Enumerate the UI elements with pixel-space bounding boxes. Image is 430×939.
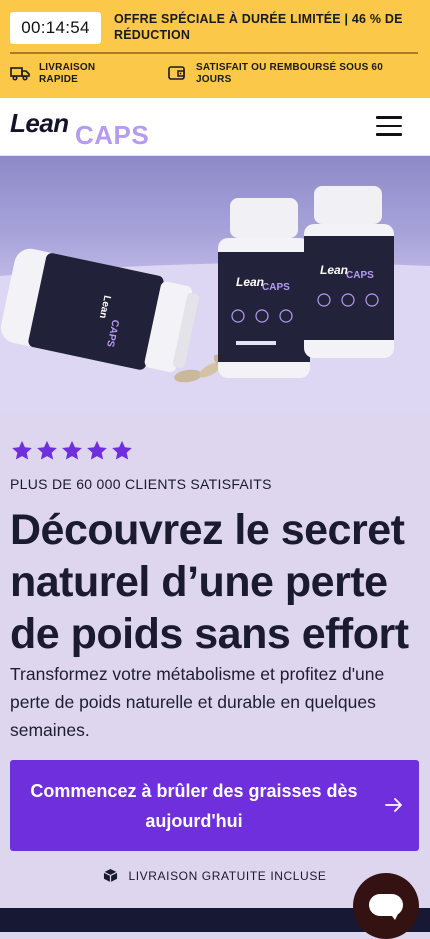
bottle-logo: Lean <box>236 275 264 289</box>
logo-caps-text: CAPS <box>75 120 150 150</box>
cta-label: Commencez à brûler des graisses dès aujo… <box>30 781 358 831</box>
star-icon <box>87 440 107 460</box>
truck-icon <box>10 67 30 81</box>
cta-start-burning-button[interactable]: Commencez à brûler des graisses dès aujo… <box>10 760 419 851</box>
star-icon <box>112 440 132 460</box>
page-subtitle: Transformez votre métabolisme et profite… <box>10 664 385 740</box>
perk-fast-delivery: LIVRAISON RAPIDE <box>10 62 129 86</box>
site-header: Lean CAPS <box>0 98 430 156</box>
perk-label: SATISFAIT OU REMBOURSÉ SOUS 60 JOURS <box>196 62 383 85</box>
bottle-logo-caps: CAPS <box>346 270 374 281</box>
bottle-logo-caps: CAPS <box>262 282 290 293</box>
star-icon <box>12 440 32 460</box>
shipping-label: LIVRAISON GRATUITE INCLUSE <box>128 868 327 883</box>
hamburger-icon <box>376 124 402 127</box>
star-icon <box>37 440 57 460</box>
package-icon <box>104 868 118 883</box>
chat-bubble-icon <box>369 894 403 920</box>
page-title: Découvrez le secret naturel d’une perte … <box>10 506 409 658</box>
hero-product-image: Lean CAPS Lean CAPS Lean CAPS <box>0 156 430 414</box>
arrow-right-icon <box>385 798 402 812</box>
hamburger-menu-button[interactable] <box>376 116 404 136</box>
promo-banner: 00:14:54 OFFRE SPÉCIALE À DURÉE LIMITÉE … <box>0 0 430 98</box>
logo-lean-text: Lean <box>10 108 69 138</box>
hero-content: PLUS DE 60 000 CLIENTS SATISFAITS Découv… <box>0 414 430 908</box>
hamburger-icon <box>376 133 402 136</box>
wallet-icon <box>168 66 185 80</box>
customer-count: PLUS DE 60 000 CLIENTS SATISFAITS <box>10 476 272 492</box>
product-bottles-illustration: Lean CAPS Lean CAPS Lean CAPS <box>0 186 430 414</box>
perk-money-back: SATISFAIT OU REMBOURSÉ SOUS 60 JOURS <box>167 62 396 86</box>
promo-divider <box>10 52 418 54</box>
countdown-timer: 00:14:54 <box>10 12 101 44</box>
perk-label: LIVRAISON RAPIDE <box>39 62 96 85</box>
bottle-logo: Lean <box>320 263 348 277</box>
chat-button[interactable] <box>353 873 419 939</box>
star-icon <box>62 440 82 460</box>
offer-text: OFFRE SPÉCIALE À DURÉE LIMITÉE | 46 % DE… <box>114 12 403 42</box>
hamburger-icon <box>376 116 402 119</box>
rating-stars <box>11 440 136 461</box>
